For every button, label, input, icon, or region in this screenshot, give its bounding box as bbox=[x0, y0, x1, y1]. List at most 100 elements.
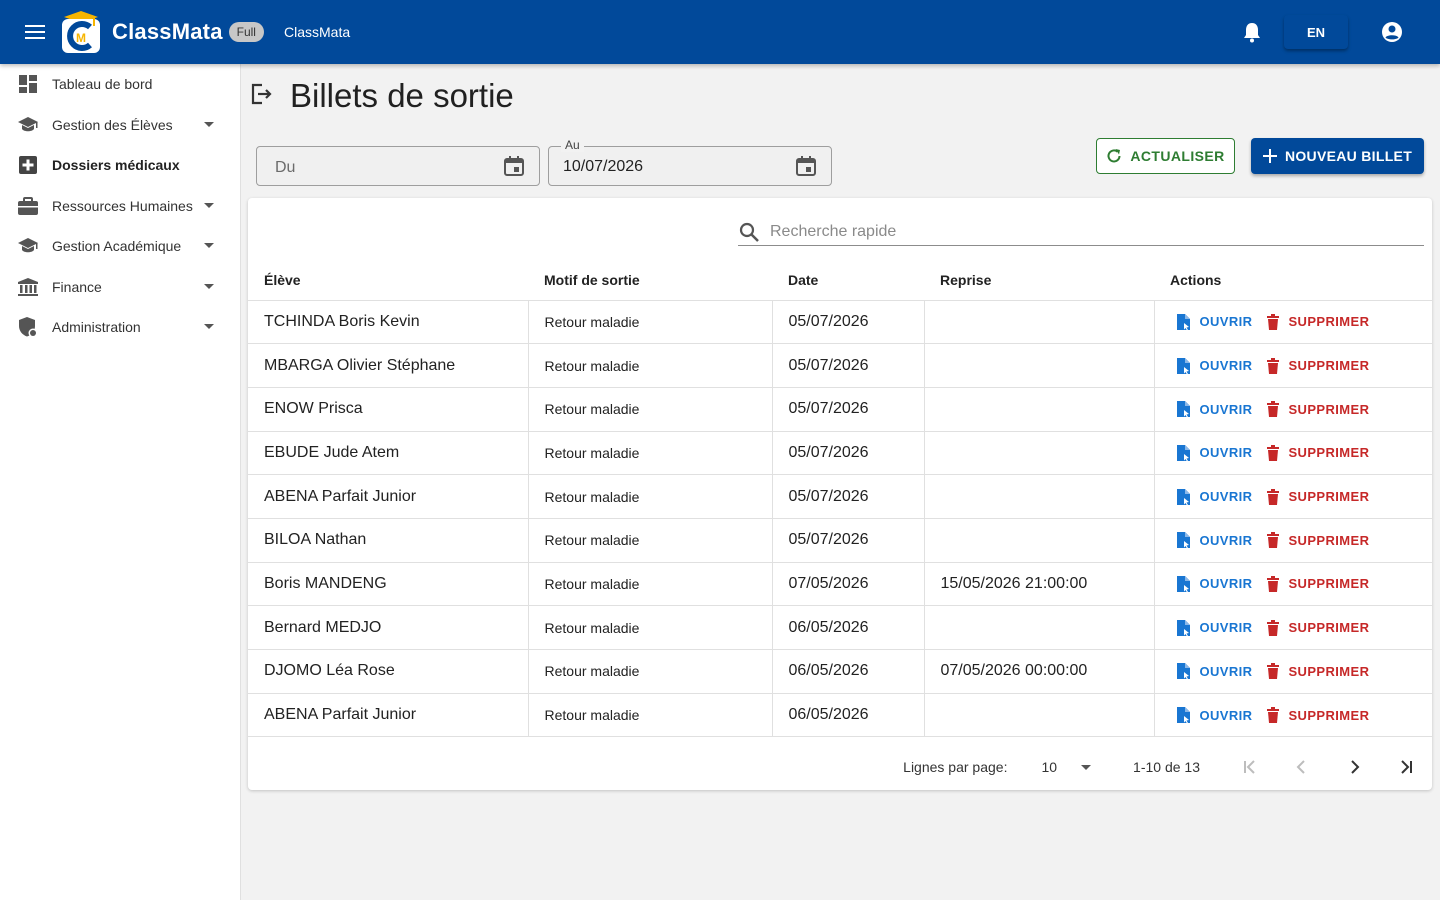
logout-icon bbox=[248, 81, 274, 112]
cell-actions: OUVRIR SUPPRIMER bbox=[1154, 693, 1432, 738]
chevron-down-icon bbox=[204, 121, 214, 127]
trash-icon bbox=[1267, 532, 1280, 549]
trash-icon bbox=[1267, 619, 1280, 636]
last-page-button[interactable] bbox=[1380, 747, 1432, 787]
refresh-icon bbox=[1107, 149, 1121, 163]
delete-button[interactable]: SUPPRIMER bbox=[1266, 663, 1370, 680]
rows-per-page-select[interactable]: 10 bbox=[1041, 759, 1092, 775]
first-page-button[interactable] bbox=[1224, 747, 1276, 787]
school-icon bbox=[17, 114, 39, 136]
column-header-motif[interactable]: Motif de sortie bbox=[528, 260, 772, 301]
sidebar-item-label: Dossiers médicaux bbox=[52, 157, 180, 174]
plan-badge: Full bbox=[228, 22, 264, 42]
file-open-icon bbox=[1176, 313, 1190, 331]
cell-motif: Retour maladie bbox=[528, 562, 773, 607]
date-to-value: 10/07/2026 bbox=[563, 158, 644, 175]
open-button[interactable]: OUVRIR bbox=[1176, 400, 1253, 418]
open-label: OUVRIR bbox=[1199, 532, 1253, 548]
delete-button[interactable]: SUPPRIMER bbox=[1266, 532, 1369, 549]
refresh-button[interactable]: ACTUALISER bbox=[1096, 138, 1235, 174]
cell-motif: Retour maladie bbox=[528, 474, 773, 519]
open-button[interactable]: OUVRIR bbox=[1176, 488, 1253, 506]
delete-button[interactable]: SUPPRIMER bbox=[1266, 444, 1369, 461]
cell-reprise bbox=[924, 431, 1155, 476]
open-button[interactable]: OUVRIR bbox=[1176, 575, 1253, 593]
refresh-button-label: ACTUALISER bbox=[1130, 148, 1225, 164]
sidebar-item-label: Gestion des Élèves bbox=[52, 116, 173, 133]
svg-text:M: M bbox=[76, 31, 86, 45]
plus-icon bbox=[1262, 149, 1277, 163]
previous-page-button[interactable] bbox=[1276, 747, 1328, 787]
classmata-logo: M bbox=[60, 9, 102, 55]
cell-reprise: 15/05/2026 21:00:00 bbox=[924, 562, 1155, 607]
table-row: Bernard MEDJO Retour maladie 06/05/2026 … bbox=[248, 605, 1432, 650]
sidebar-item-students[interactable]: Gestion des Élèves bbox=[0, 105, 240, 146]
open-button[interactable]: OUVRIR bbox=[1176, 619, 1253, 637]
sidebar-item-label: Administration bbox=[52, 319, 141, 336]
menu-icon[interactable] bbox=[16, 12, 56, 52]
sidebar-item-finance[interactable]: Finance bbox=[0, 267, 240, 308]
open-button[interactable]: OUVRIR bbox=[1176, 531, 1253, 549]
date-from-placeholder: Du bbox=[275, 159, 296, 176]
trash-icon bbox=[1267, 401, 1280, 418]
cell-eleve: ABENA Parfait Junior bbox=[248, 474, 529, 519]
cell-actions: OUVRIR SUPPRIMER bbox=[1154, 474, 1432, 519]
cell-eleve: ABENA Parfait Junior bbox=[248, 693, 529, 738]
cell-date: 05/07/2026 bbox=[772, 387, 925, 432]
calendar-icon[interactable] bbox=[503, 155, 525, 177]
delete-label: SUPPRIMER bbox=[1288, 663, 1370, 679]
open-button[interactable]: OUVRIR bbox=[1176, 706, 1253, 724]
sidebar-item-label: Tableau de bord bbox=[52, 76, 153, 93]
cell-actions: OUVRIR SUPPRIMER bbox=[1154, 300, 1432, 345]
file-open-icon bbox=[1176, 444, 1190, 462]
delete-button[interactable]: SUPPRIMER bbox=[1266, 575, 1369, 592]
delete-button[interactable]: SUPPRIMER bbox=[1266, 357, 1370, 374]
chevron-right-icon bbox=[1351, 760, 1360, 774]
new-ticket-button-label: NOUVEAU BILLET bbox=[1284, 148, 1413, 164]
delete-button[interactable]: SUPPRIMER bbox=[1266, 401, 1369, 418]
language-button[interactable]: EN bbox=[1284, 15, 1348, 49]
delete-label: SUPPRIMER bbox=[1288, 707, 1370, 723]
delete-button[interactable]: SUPPRIMER bbox=[1266, 313, 1369, 330]
delete-label: SUPPRIMER bbox=[1288, 620, 1370, 636]
cell-motif: Retour maladie bbox=[528, 300, 773, 345]
column-header-eleve[interactable]: Élève bbox=[248, 260, 528, 301]
open-button[interactable]: OUVRIR bbox=[1176, 662, 1253, 680]
table-row: DJOMO Léa Rose Retour maladie 06/05/2026… bbox=[248, 649, 1432, 694]
cell-motif: Retour maladie bbox=[528, 518, 773, 563]
cell-actions: OUVRIR SUPPRIMER bbox=[1154, 387, 1432, 432]
open-button[interactable]: OUVRIR bbox=[1176, 357, 1253, 375]
table-body: TCHINDA Boris Kevin Retour maladie 05/07… bbox=[248, 300, 1432, 738]
sidebar-item-administration[interactable]: Administration bbox=[0, 307, 240, 348]
cell-eleve: MBARGA Olivier Stéphane bbox=[248, 343, 529, 388]
calendar-icon[interactable] bbox=[795, 155, 817, 177]
sidebar-item-academic[interactable]: Gestion Académique bbox=[0, 226, 240, 267]
tickets-table: Élève Motif de sortie Date Reprise Actio… bbox=[248, 260, 1432, 738]
open-button[interactable]: OUVRIR bbox=[1176, 313, 1253, 331]
delete-button[interactable]: SUPPRIMER bbox=[1266, 707, 1370, 724]
cell-date: 06/05/2026 bbox=[772, 605, 925, 650]
date-to-field[interactable]: Au 10/07/2026 bbox=[548, 138, 832, 186]
file-open-icon bbox=[1176, 707, 1190, 724]
sidebar-item-hr[interactable]: Ressources Humaines bbox=[0, 186, 240, 227]
open-button[interactable]: OUVRIR bbox=[1176, 444, 1253, 462]
delete-button[interactable]: SUPPRIMER bbox=[1266, 488, 1369, 505]
sidebar-item-medical-records[interactable]: Dossiers médicaux bbox=[0, 145, 240, 186]
file-open-icon bbox=[1176, 663, 1190, 680]
delete-button[interactable]: SUPPRIMER bbox=[1266, 619, 1370, 636]
account-circle-icon[interactable] bbox=[1372, 12, 1412, 52]
date-from-field[interactable]: Du bbox=[256, 146, 540, 186]
search-input[interactable] bbox=[770, 222, 1370, 241]
next-page-button[interactable] bbox=[1328, 747, 1380, 787]
notifications-bell-icon[interactable] bbox=[1232, 12, 1272, 52]
table-row: ABENA Parfait Junior Retour maladie 06/0… bbox=[248, 693, 1432, 738]
delete-label: SUPPRIMER bbox=[1288, 358, 1370, 374]
sidebar-item-dashboard[interactable]: Tableau de bord bbox=[0, 64, 240, 105]
rows-per-page-value: 10 bbox=[1041, 759, 1058, 775]
column-header-reprise[interactable]: Reprise bbox=[924, 260, 1154, 301]
cell-date: 05/07/2026 bbox=[772, 474, 925, 519]
table-row: ENOW Prisca Retour maladie 05/07/2026 OU… bbox=[248, 387, 1432, 432]
trash-icon bbox=[1267, 444, 1280, 461]
column-header-date[interactable]: Date bbox=[772, 260, 924, 301]
new-ticket-button[interactable]: NOUVEAU BILLET bbox=[1251, 138, 1424, 174]
